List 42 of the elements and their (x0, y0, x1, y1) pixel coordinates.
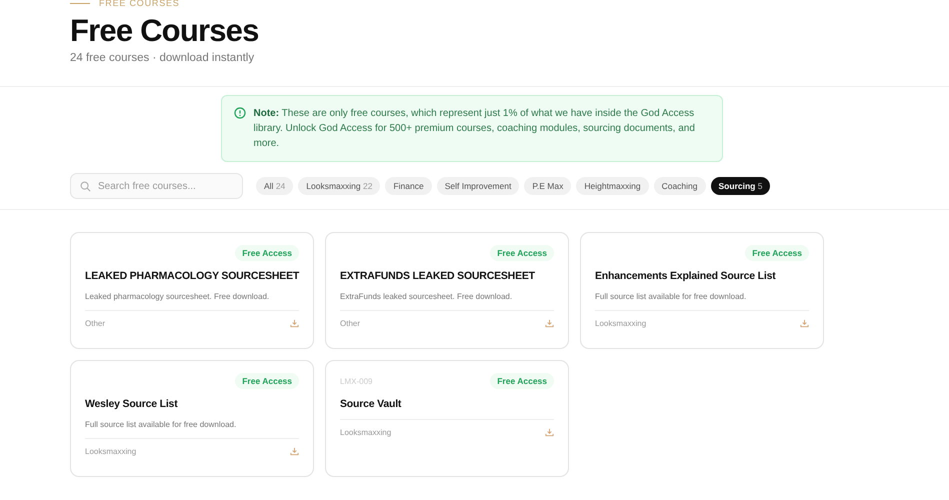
filter-chip[interactable]: Looksmaxxing 22 (298, 177, 380, 195)
eyebrow-label: FREE COURSES (99, 0, 180, 8)
course-description: Full source list available for free download. (595, 292, 748, 301)
course-card[interactable]: Free Access Wesley Source List Full source list available for free download. Looksmaxxing (70, 360, 314, 477)
download-icon[interactable] (290, 319, 299, 328)
course-description: Leaked pharmacology sourcesheet. Free download. (85, 292, 270, 301)
course-category: Looksmaxxing (85, 447, 136, 456)
filter-chip[interactable]: P.E Max (524, 177, 572, 195)
course-title: Source Vault (340, 398, 402, 410)
filter-chip[interactable]: All 24 (256, 177, 294, 195)
course-card[interactable]: Free Access LEAKED PHARMACOLOGY SOURCESHEET Leaked pharmacology sourcesheet. Free download. Other (70, 232, 314, 349)
access-badge: Free Access (490, 373, 554, 389)
course-title: Wesley Source List (85, 398, 179, 410)
note-text: Note: These are only free courses, which represent just 1% of what we have inside the God Access library. Unlock God Access for 500+ premium courses, coaching modules, sourcing documents, and more. (254, 107, 696, 151)
course-category: Looksmaxxing (340, 428, 392, 437)
access-badge: Free Access (235, 245, 299, 261)
page-title: Free Courses (70, 13, 260, 49)
filter-chip[interactable]: Heightmaxxing (576, 177, 649, 195)
download-icon[interactable] (545, 319, 554, 328)
download-icon[interactable] (290, 447, 299, 456)
course-description: ExtraFunds leaked sourcesheet. Free download. (340, 292, 514, 301)
course-title: EXTRAFUNDS LEAKED SOURCESHEET (340, 270, 536, 282)
course-description: Full source list available for free download. (85, 420, 238, 429)
access-badge: Free Access (490, 245, 554, 261)
filter-chip[interactable]: Finance (385, 177, 432, 195)
course-category: Looksmaxxing (595, 319, 646, 328)
course-card[interactable]: Free Access EXTRAFUNDS LEAKED SOURCESHEET ExtraFunds leaked sourcesheet. Free download. Other (325, 232, 569, 349)
course-category: Other (85, 319, 106, 328)
filter-chip[interactable]: Coaching (654, 177, 706, 195)
access-badge: Free Access (235, 373, 299, 389)
alert-icon (234, 107, 246, 119)
filter-chip[interactable]: Self Improvement (436, 177, 520, 195)
access-badge: Free Access (745, 245, 809, 261)
filter-chip[interactable]: Sourcing 5 (710, 177, 770, 195)
course-title: Enhancements Explained Source List (595, 270, 777, 282)
download-icon[interactable] (545, 428, 554, 437)
course-category: Other (340, 319, 360, 328)
search-field[interactable]: Search free courses... (70, 173, 243, 199)
download-icon[interactable] (800, 319, 809, 328)
course-title: LEAKED PHARMACOLOGY SOURCESHEET (85, 270, 299, 282)
course-card[interactable]: Free Access Enhancements Explained Source List Full source list available for free download. Looksmaxxing (580, 232, 824, 349)
page-subtitle: 24 free courses · download instantly (70, 52, 256, 64)
